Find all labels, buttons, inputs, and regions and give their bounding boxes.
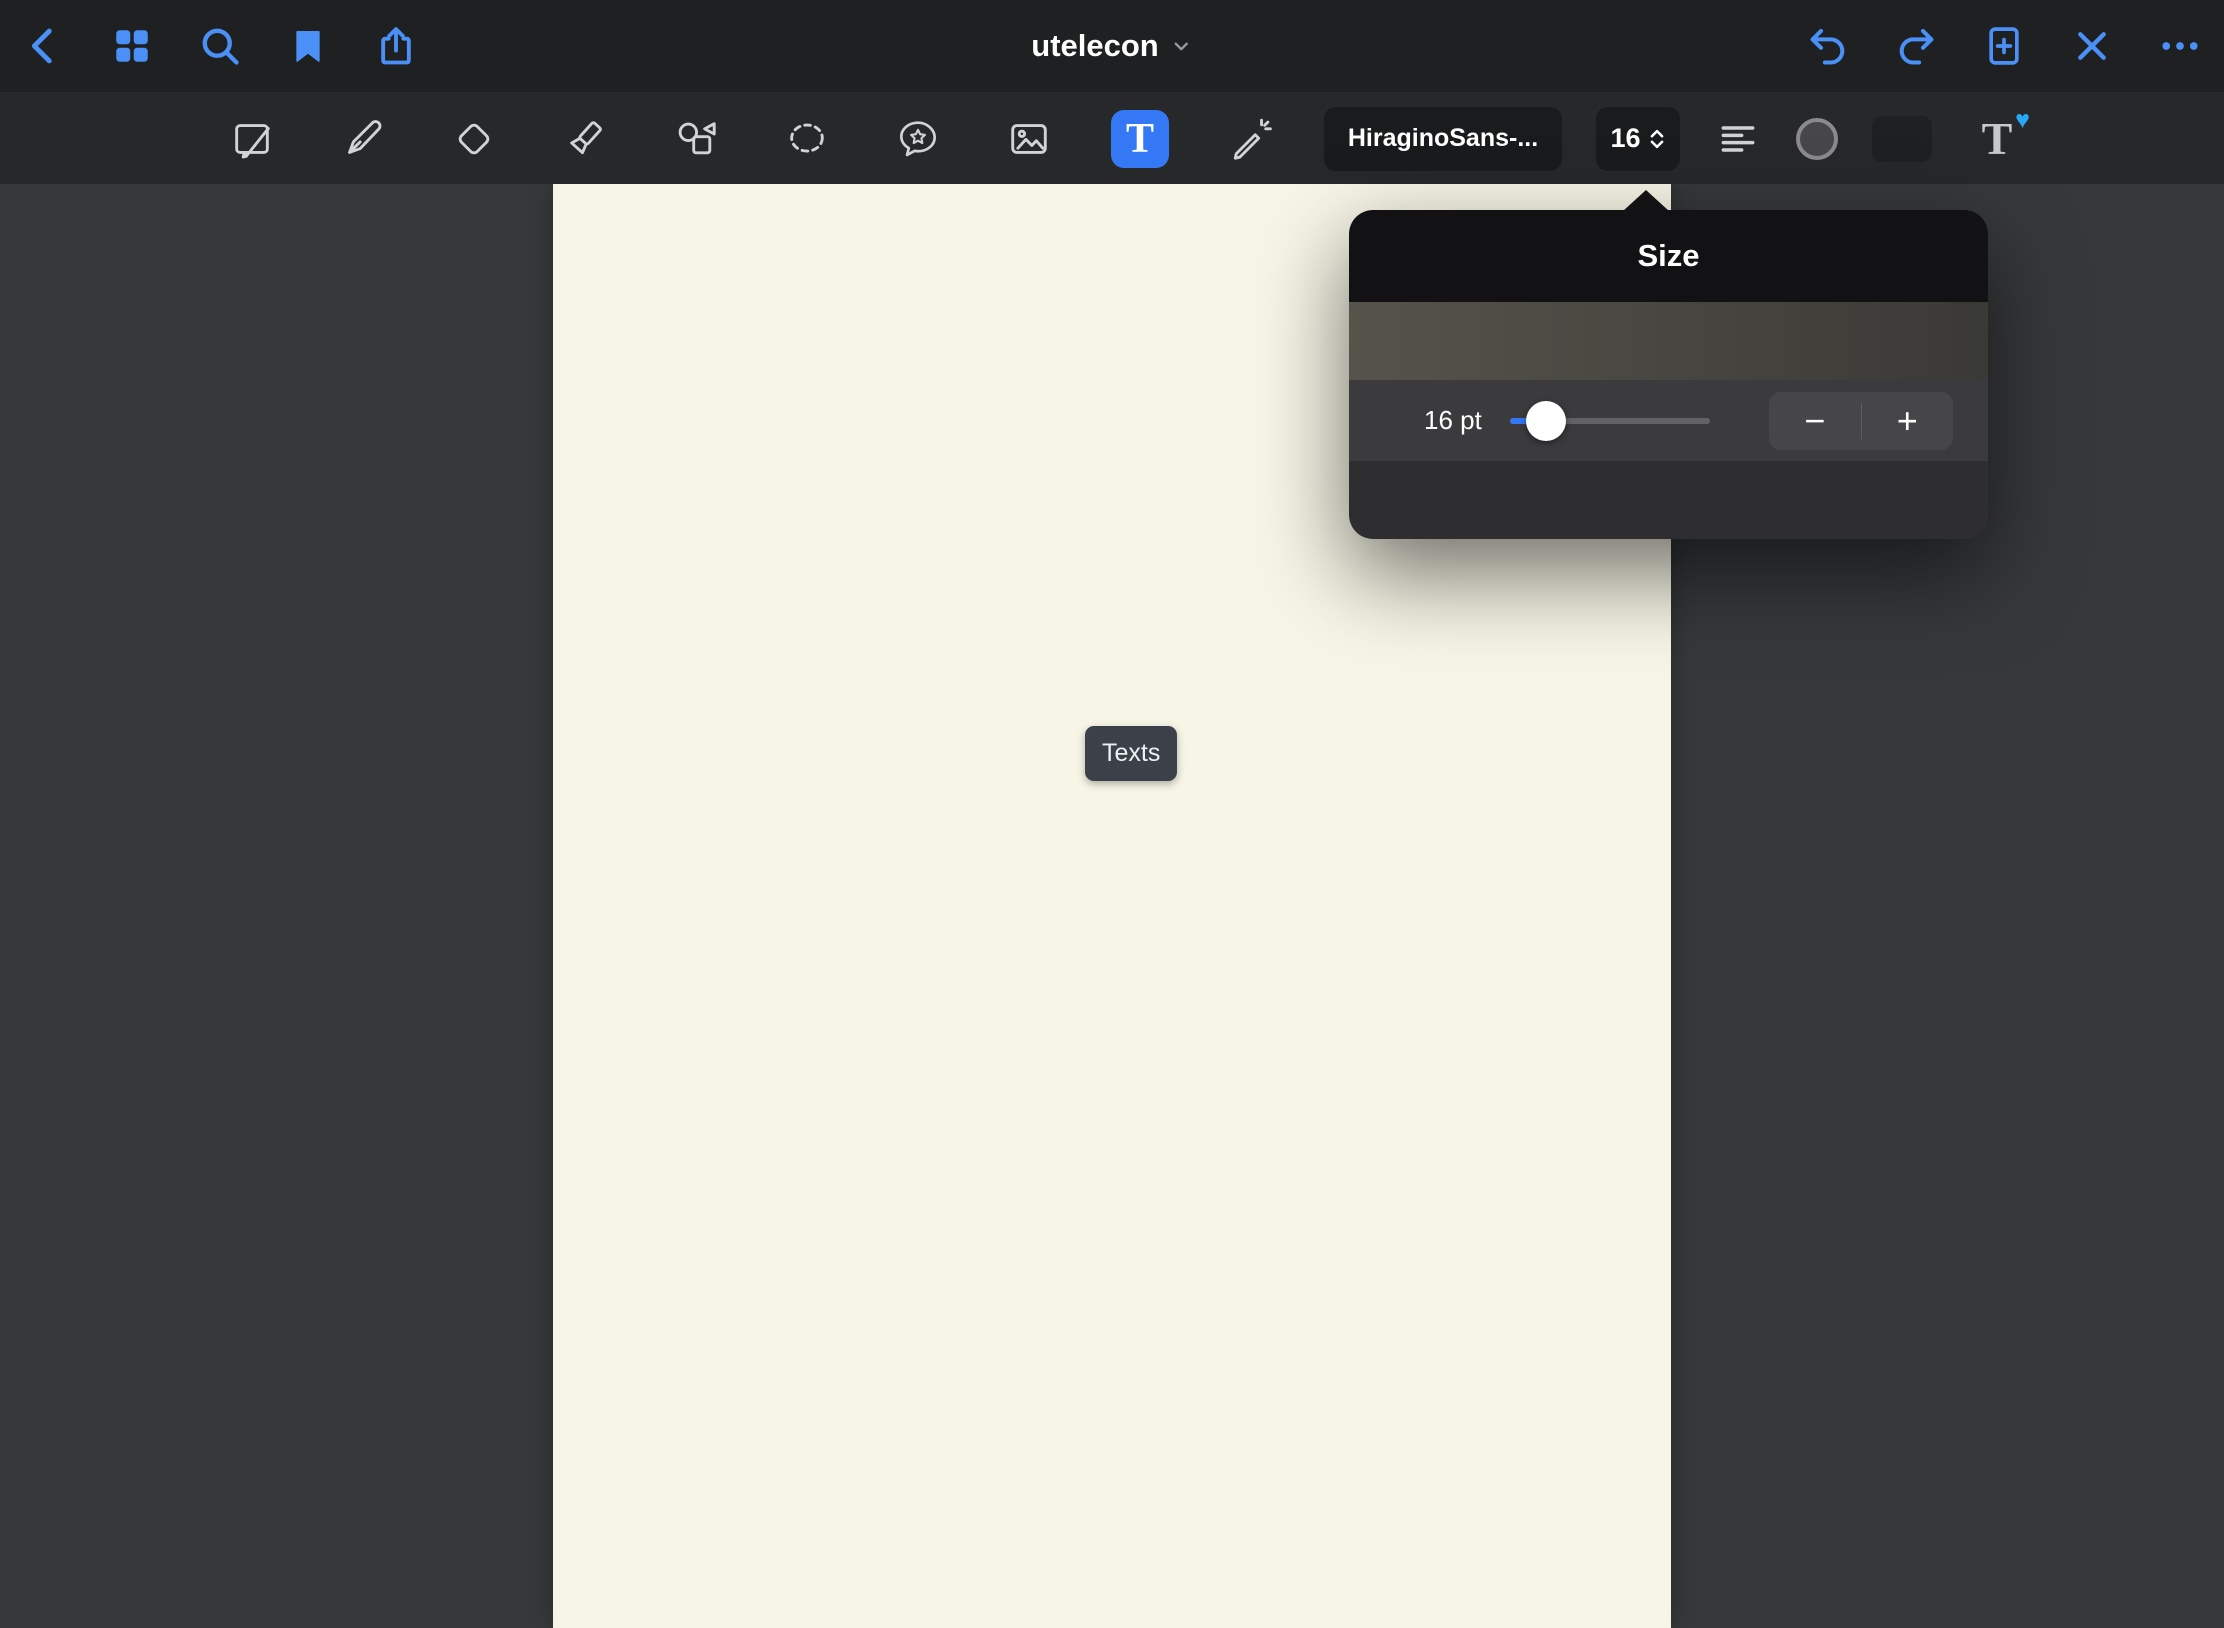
tool-lasso[interactable] [776,108,838,170]
text-tool-glyph: T [1126,115,1154,163]
more-button[interactable] [2156,22,2204,70]
text-style-glyph: T [1982,116,2013,162]
search-icon [198,24,242,68]
highlighter-icon [562,116,608,162]
tool-page-edit[interactable] [221,108,283,170]
bookmark-icon [288,26,328,66]
font-size-button[interactable]: 16 [1596,107,1680,171]
align-left-icon [1716,117,1760,161]
tool-stickers[interactable] [887,108,949,170]
size-popover: Size 16 pt − + [1349,210,1988,539]
popover-footer [1349,461,1988,539]
tool-pen[interactable] [332,108,394,170]
undo-icon [1806,24,1850,68]
font-family-label: HiraginoSans-... [1348,124,1538,153]
sticker-star-icon [895,116,941,162]
text-color-swatch[interactable] [1796,118,1838,160]
search-button[interactable] [196,22,244,70]
image-icon [1006,116,1052,162]
back-button[interactable] [20,22,68,70]
size-slider-row: 16 pt − + [1349,380,1988,461]
undo-button[interactable] [1804,22,1852,70]
text-style-button[interactable]: T ♥ [1966,108,2028,170]
size-increase-button[interactable]: + [1862,392,1954,450]
tool-shapes[interactable] [665,108,727,170]
chevron-up-down-icon [1648,125,1666,153]
share-button[interactable] [372,22,420,70]
size-value-label: 16 pt [1424,405,1482,436]
shapes-icon [673,116,719,162]
tool-laser-pointer[interactable] [1220,108,1282,170]
close-icon [2072,26,2112,66]
popover-gradient-band [1349,302,1988,380]
bookmark-button[interactable] [284,22,332,70]
topbar-right-group [1804,0,2204,91]
size-slider[interactable] [1510,401,1710,441]
topbar-left-group [20,0,420,91]
document-title-button[interactable]: utelecon [1031,0,1192,91]
text-tool-tile: T [1111,110,1169,168]
page-edit-icon [229,116,275,162]
add-page-icon [1982,24,2026,68]
thumbnails-button[interactable] [108,22,156,70]
redo-button[interactable] [1892,22,1940,70]
chevron-down-icon [1171,35,1193,57]
pen-icon [340,116,386,162]
tool-image[interactable] [998,108,1060,170]
chevron-left-icon [23,25,65,67]
eraser-icon [451,116,497,162]
document-title: utelecon [1031,28,1158,64]
add-page-button[interactable] [1980,22,2028,70]
popover-header: Size [1349,210,1988,302]
size-slider-thumb[interactable] [1526,401,1566,441]
grid-icon [111,25,153,67]
redo-icon [1894,24,1938,68]
size-stepper: − + [1769,392,1953,450]
plus-icon: + [1897,403,1918,439]
ellipsis-icon [2158,24,2202,68]
close-button[interactable] [2068,22,2116,70]
texts-callout[interactable]: Texts [1085,726,1177,781]
tool-text-active[interactable]: T [1109,108,1171,170]
tool-group: T [221,92,1282,185]
popover-arrow [1623,190,1669,211]
size-decrease-button[interactable]: − [1769,392,1861,450]
tool-bar: T HiraginoSans-... 16 T ♥ [0,91,2224,184]
text-background-swatch[interactable] [1872,116,1932,162]
texts-callout-label: Texts [1102,739,1160,767]
lasso-icon [784,116,830,162]
tool-eraser[interactable] [443,108,505,170]
share-icon [374,24,418,68]
text-align-button[interactable] [1714,115,1762,163]
font-family-button[interactable]: HiraginoSans-... [1324,107,1562,171]
font-size-value: 16 [1610,123,1640,154]
minus-icon: − [1804,403,1825,439]
tool-highlighter[interactable] [554,108,616,170]
text-format-group: HiraginoSans-... 16 T ♥ [1324,92,2028,185]
laser-pointer-icon [1228,116,1274,162]
heart-icon: ♥ [2015,108,2030,133]
top-navigation-bar: utelecon [0,0,2224,91]
popover-title: Size [1637,238,1699,274]
